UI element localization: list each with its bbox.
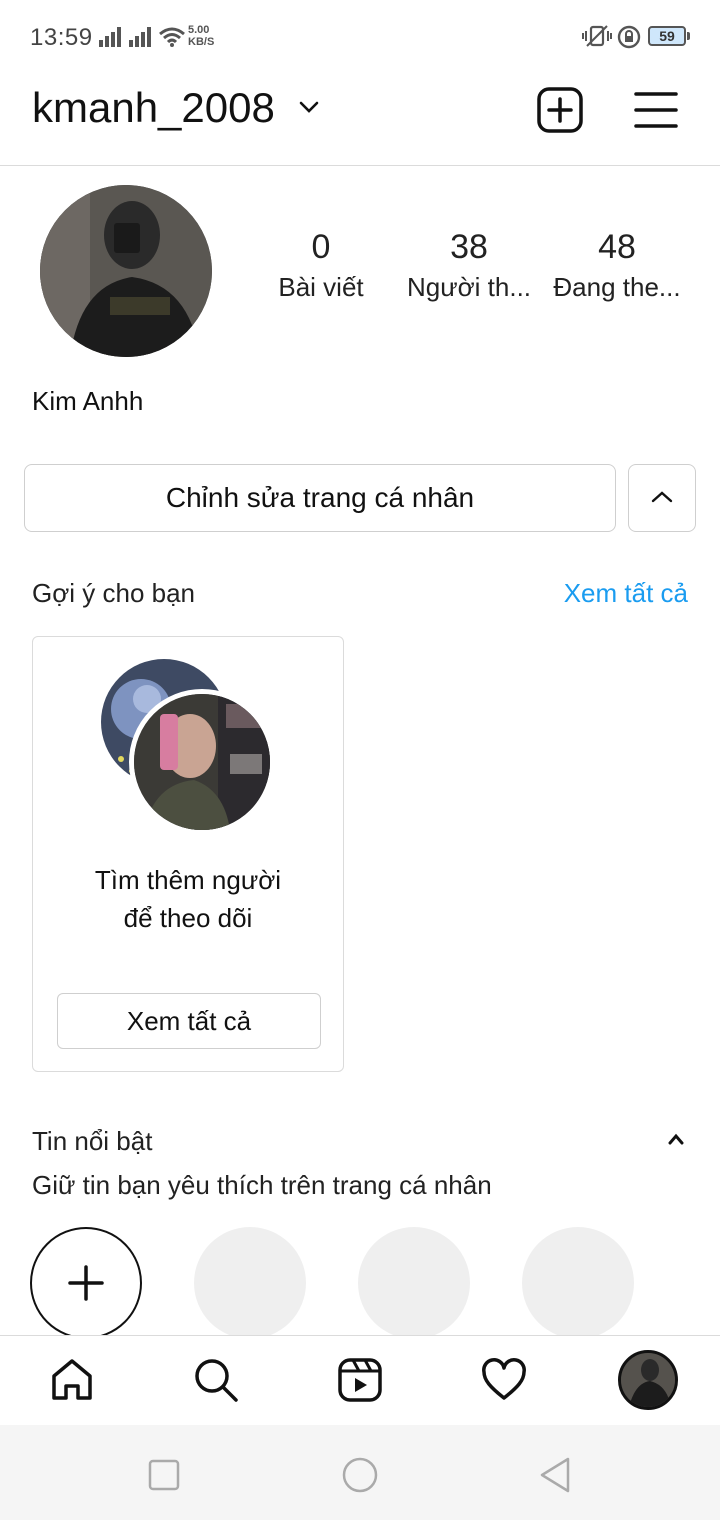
collapse-suggestions-button[interactable] (628, 464, 696, 532)
avatar-photo (621, 1353, 675, 1407)
signal-icon (99, 27, 121, 47)
profile-avatar[interactable] (40, 185, 212, 357)
rotation-lock-icon (617, 25, 641, 49)
reels-icon (338, 1358, 382, 1402)
highlight-placeholder (358, 1227, 470, 1339)
nav-reels-button[interactable] (330, 1350, 390, 1410)
highlight-placeholder (194, 1227, 306, 1339)
stat-posts-value: 0 (311, 228, 331, 266)
menu-button[interactable] (632, 86, 680, 134)
highlight-placeholder (522, 1227, 634, 1339)
avatar-photo (40, 185, 212, 357)
battery-icon: 59 (648, 26, 686, 46)
stat-following-label: Đang the... (553, 272, 681, 302)
suggestions-title: Gợi ý cho bạn (32, 578, 196, 608)
new-post-icon (537, 87, 583, 133)
net-speed-unit: KB/S (188, 36, 215, 48)
home-icon (52, 1359, 92, 1400)
chevron-up-icon[interactable] (662, 1130, 690, 1148)
discover-people-card: Tìm thêm người để theo dõi Xem tất cả (32, 636, 344, 1072)
chevron-down-icon[interactable] (298, 100, 320, 114)
highlights-title: Tin nổi bật (32, 1126, 153, 1156)
discover-text-line-1: Tìm thêm người (94, 865, 282, 895)
status-bar: 13:59 5.00 KB/S 59 (0, 0, 720, 72)
stat-followers-label: Người th... (406, 272, 532, 302)
nav-activity-button[interactable] (474, 1350, 534, 1410)
suggestions-see-all-link[interactable]: Xem tất cả (564, 578, 688, 609)
discover-text-line-2: để theo dõi (123, 903, 253, 933)
profile-header: kmanh_2008 (0, 72, 720, 166)
bottom-nav (0, 1335, 720, 1425)
net-speed-value: 5.00 (188, 24, 210, 36)
recents-icon (148, 1459, 180, 1491)
search-icon (195, 1359, 238, 1402)
new-post-button[interactable] (536, 86, 584, 134)
status-time: 13:59 (30, 24, 93, 51)
discover-people-text: Tìm thêm người để theo dõi (53, 861, 323, 937)
stat-following[interactable]: 48 Đang the... (542, 228, 692, 303)
avatar-photo (134, 694, 270, 830)
stat-following-value: 48 (598, 228, 636, 266)
stat-followers[interactable]: 38 Người th... (394, 228, 544, 303)
vibrate-icon (582, 25, 612, 47)
edit-profile-button[interactable]: Chỉnh sửa trang cá nhân (24, 464, 616, 532)
highlights-subtitle: Giữ tin bạn yêu thích trên trang cá nhân (32, 1170, 492, 1200)
battery-tip (687, 32, 690, 40)
username[interactable]: kmanh_2008 (32, 84, 275, 132)
nav-profile-avatar[interactable] (618, 1350, 678, 1410)
chevron-up-icon (651, 490, 673, 502)
system-nav-bar (0, 1425, 720, 1520)
signal-icon (129, 27, 151, 47)
nav-search-button[interactable] (186, 1350, 246, 1410)
display-name: Kim Anhh (32, 386, 144, 416)
back-icon (540, 1457, 570, 1493)
wifi-icon (159, 27, 185, 47)
home-circle-icon (342, 1457, 378, 1493)
heart-icon (482, 1358, 526, 1400)
nav-home-button[interactable] (42, 1350, 102, 1410)
discover-see-all-button[interactable]: Xem tất cả (57, 993, 321, 1049)
stat-followers-value: 38 (450, 228, 488, 266)
system-home-button[interactable] (338, 1453, 382, 1497)
recents-button[interactable] (142, 1453, 186, 1497)
stat-posts[interactable]: 0 Bài viết (246, 228, 396, 303)
system-back-button[interactable] (534, 1453, 578, 1497)
net-speed: 5.00 KB/S (188, 24, 214, 48)
plus-icon (68, 1265, 104, 1301)
stat-posts-label: Bài viết (278, 272, 364, 302)
menu-icon (634, 92, 678, 128)
suggested-avatar-front (129, 689, 275, 835)
new-highlight-button[interactable] (30, 1227, 142, 1339)
